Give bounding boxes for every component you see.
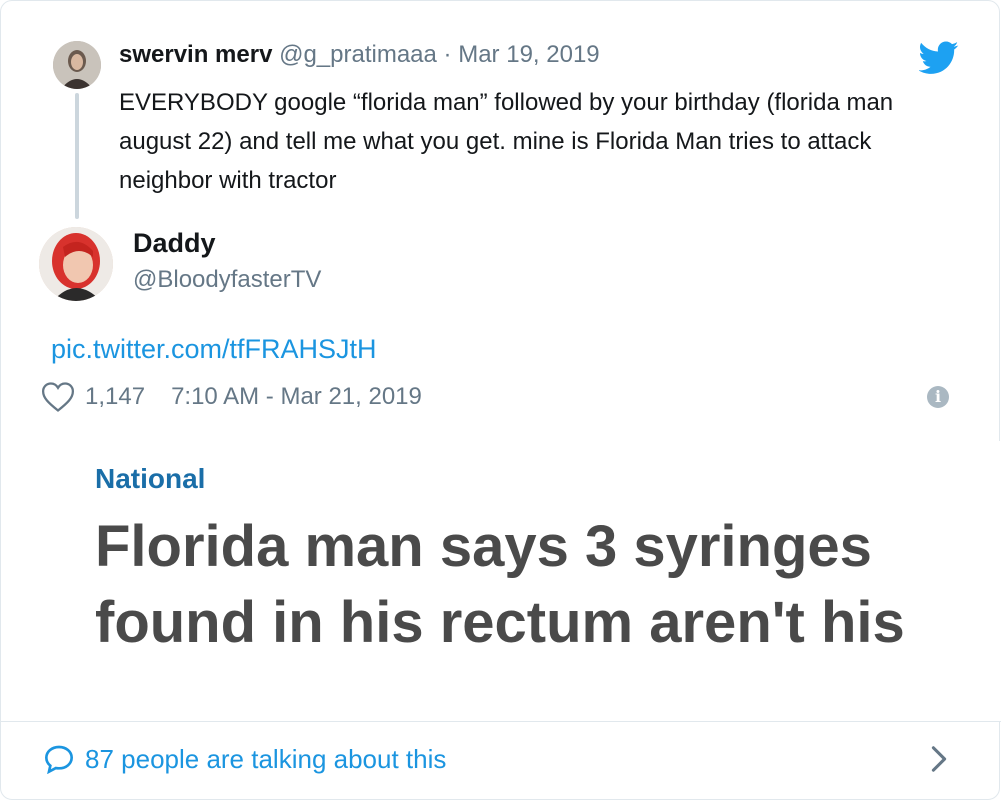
parent-handle[interactable]: @g_pratimaaa: [279, 41, 437, 68]
parent-display-name[interactable]: swervin merv: [119, 41, 272, 68]
tweet-timestamp[interactable]: 7:10 AM - Mar 21, 2019: [171, 383, 422, 411]
heart-icon[interactable]: [41, 381, 75, 413]
parent-header: swervin merv @g_pratimaaa · Mar 19, 2019: [119, 39, 600, 71]
thread-line: [75, 93, 79, 219]
info-icon[interactable]: i: [927, 386, 949, 408]
pic-link[interactable]: pic.twitter.com/tfFRAHSJtH: [51, 331, 377, 367]
parent-avatar[interactable]: [53, 41, 101, 89]
author-handle[interactable]: @BloodyfasterTV: [133, 263, 321, 297]
parent-date[interactable]: Mar 19, 2019: [458, 41, 599, 68]
author-display-name[interactable]: Daddy: [133, 225, 216, 261]
author-avatar[interactable]: [39, 227, 113, 301]
media-category: National: [95, 463, 206, 494]
tweet-meta-row: 1,147 7:10 AM - Mar 21, 2019: [41, 379, 422, 415]
talking-about-link[interactable]: 87 people are talking about this: [43, 739, 446, 779]
footer-divider: [1, 721, 1001, 722]
like-count[interactable]: 1,147: [85, 383, 145, 411]
chevron-right-icon[interactable]: [929, 745, 949, 773]
parent-separator: ·: [443, 41, 452, 68]
speech-bubble-icon: [44, 745, 74, 774]
talking-about-text: 87 people are talking about this: [85, 743, 447, 774]
twitter-bird-icon[interactable]: [919, 41, 959, 75]
tweet-embed-card: swervin merv @g_pratimaaa · Mar 19, 2019…: [0, 0, 1001, 800]
tweet-media-image[interactable]: National Florida man says 3 syringes fou…: [1, 441, 1001, 721]
parent-tweet-text: EVERYBODY google “florida man” followed …: [119, 89, 894, 194]
media-headline: Florida man says 3 syringes found in his…: [95, 514, 905, 655]
